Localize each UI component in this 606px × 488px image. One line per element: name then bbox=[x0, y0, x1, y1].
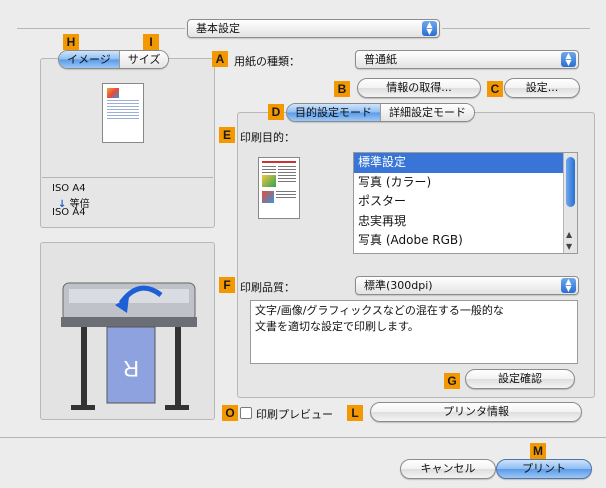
popup-arrows-icon: ▲ ▼ bbox=[561, 52, 576, 67]
badge-l: L bbox=[347, 405, 363, 421]
badge-d: D bbox=[268, 104, 284, 120]
print-purpose-rows: 標準設定 写真 (カラー) ポスター 忠実再現 写真 (Adobe RGB) bbox=[354, 153, 577, 251]
scroll-down-icon[interactable]: ▼ bbox=[566, 242, 572, 251]
paper-type-value: 普通紙 bbox=[364, 53, 397, 66]
top-divider-right bbox=[442, 28, 590, 29]
printer-illustration-group: R bbox=[40, 242, 215, 420]
badge-b: B bbox=[334, 81, 350, 97]
description-line-2: 文書を適切な設定で印刷します。 bbox=[255, 320, 419, 333]
scroll-up-icon[interactable]: ▲ bbox=[566, 230, 572, 239]
badge-a: A bbox=[212, 51, 228, 67]
top-divider-left bbox=[17, 28, 185, 29]
badge-g: G bbox=[444, 373, 460, 389]
badge-m: M bbox=[530, 443, 546, 459]
print-purpose-item[interactable]: 写真 (カラー) bbox=[354, 173, 577, 193]
cancel-button[interactable]: キャンセル bbox=[400, 459, 496, 479]
tab-detail-mode[interactable]: 詳細設定モード bbox=[380, 104, 474, 121]
badge-o: O bbox=[222, 405, 238, 421]
print-quality-value: 標準(300dpi) bbox=[364, 279, 433, 292]
print-preview-checkbox[interactable] bbox=[240, 407, 252, 419]
printer-info-button[interactable]: プリンタ情報 bbox=[370, 402, 582, 422]
scrollbar-thumb[interactable] bbox=[566, 157, 575, 207]
paper-size-text: ISO A4 bbox=[52, 183, 86, 194]
paper-type-popup[interactable]: 普通紙 ▲ ▼ bbox=[355, 50, 579, 69]
paper-thumbnail bbox=[102, 83, 144, 143]
tab-size[interactable]: サイズ bbox=[118, 51, 169, 68]
print-quality-label: 印刷品質： bbox=[240, 281, 295, 294]
output-size-text: ISO A4 bbox=[52, 207, 86, 218]
preview-divider bbox=[42, 177, 213, 178]
paper-type-label: 用紙の種類： bbox=[234, 55, 300, 68]
badge-i: I bbox=[143, 34, 159, 50]
print-purpose-label: 印刷目的： bbox=[240, 131, 295, 144]
print-button[interactable]: プリント bbox=[496, 459, 592, 479]
badge-c: C bbox=[487, 81, 503, 97]
print-quality-popup[interactable]: 標準(300dpi) ▲ ▼ bbox=[355, 276, 579, 295]
tab-image[interactable]: イメージ bbox=[59, 51, 119, 68]
badge-f: F bbox=[219, 277, 235, 293]
left-tab-control: イメージ サイズ bbox=[58, 50, 170, 69]
print-purpose-item[interactable]: 写真 (Adobe RGB) bbox=[354, 231, 577, 251]
tab-purpose-mode[interactable]: 目的設定モード bbox=[287, 104, 380, 121]
document-preview-image bbox=[258, 157, 300, 219]
print-preview-label: 印刷プレビュー bbox=[256, 408, 333, 421]
settings-category-popup[interactable]: 基本設定 ▲ ▼ bbox=[187, 19, 440, 38]
badge-h: H bbox=[63, 34, 79, 50]
get-info-button[interactable]: 情報の取得... bbox=[357, 78, 481, 98]
print-purpose-item[interactable]: ポスター bbox=[354, 192, 577, 212]
paper-settings-button[interactable]: 設定... bbox=[504, 78, 580, 98]
print-purpose-list[interactable]: 標準設定 写真 (カラー) ポスター 忠実再現 写真 (Adobe RGB) ▲ ▼ bbox=[353, 152, 578, 254]
printer-illustration: R bbox=[61, 282, 197, 410]
popup-arrows-icon: ▲ ▼ bbox=[561, 278, 576, 293]
list-scrollbar[interactable]: ▲ ▼ bbox=[563, 153, 577, 253]
badge-e: E bbox=[219, 127, 235, 143]
description-line-1: 文字/画像/グラフィックスなどの混在する一般的な bbox=[255, 304, 504, 317]
confirm-settings-button[interactable]: 設定確認 bbox=[465, 369, 575, 389]
bottom-divider bbox=[0, 437, 606, 438]
settings-category-value: 基本設定 bbox=[196, 22, 240, 35]
purpose-description: 文字/画像/グラフィックスなどの混在する一般的な 文書を適切な設定で印刷します。 bbox=[250, 300, 578, 364]
svg-text:R: R bbox=[123, 356, 139, 381]
mode-tab-control: 目的設定モード 詳細設定モード bbox=[286, 103, 475, 122]
popup-arrows-icon: ▲ ▼ bbox=[422, 21, 437, 36]
print-purpose-item[interactable]: 忠実再現 bbox=[354, 212, 577, 232]
print-purpose-item[interactable]: 標準設定 bbox=[354, 153, 577, 173]
